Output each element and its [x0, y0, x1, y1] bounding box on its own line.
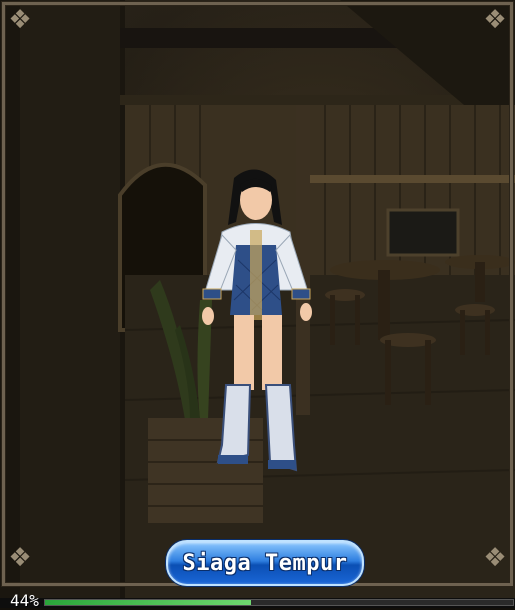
loading-progress-bar: [44, 599, 514, 606]
loading-status-bar: [0, 598, 515, 608]
wall-picture: [386, 208, 460, 257]
loading-progress-fill: [45, 600, 251, 605]
tavern-background: [0, 0, 515, 598]
battle-ready-button[interactable]: Siaga Tempur: [166, 540, 364, 586]
game-viewport[interactable]: ❖ ❖ ❖ ❖ Siaga Tempur: [0, 0, 515, 598]
loading-percent: 44%: [10, 591, 39, 610]
